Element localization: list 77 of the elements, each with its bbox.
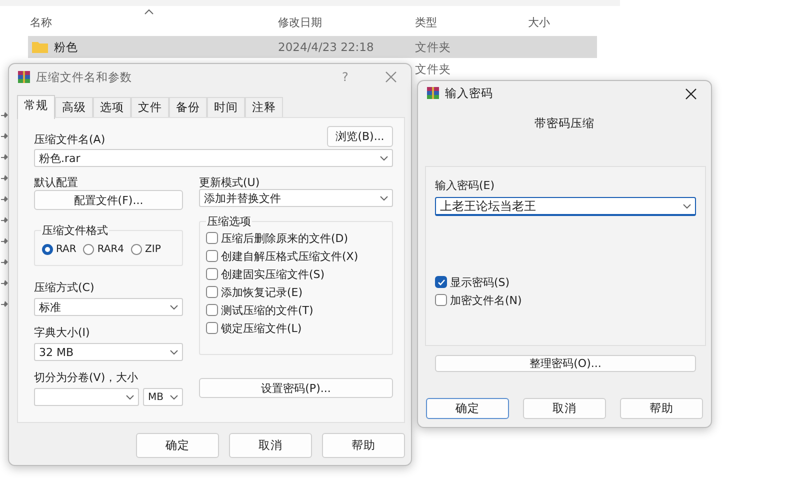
chevron-icon [170, 394, 178, 400]
dialog-button[interactable]: 确定 [136, 433, 219, 458]
dialog-heading: 带密码压缩 [534, 116, 596, 131]
field-label: 更新模式(U) [199, 175, 261, 189]
tab[interactable]: 选项 [93, 97, 131, 117]
window-title: 压缩文件名和参数 [36, 70, 132, 84]
checkbox-option[interactable]: 测试压缩的文件(T) [206, 302, 392, 318]
folder-icon [32, 41, 48, 53]
checkbox-option[interactable]: 锁定压缩文件(L) [206, 320, 392, 336]
dialog-button[interactable]: 帮助 [620, 398, 703, 419]
file-name: 粉色 [54, 40, 78, 54]
checkbox-option[interactable]: 添加恢复记录(E) [206, 284, 392, 300]
app-icon [17, 70, 31, 84]
unit-combo[interactable]: MB [143, 388, 183, 406]
tab[interactable]: 注释 [245, 97, 283, 117]
checkbox-option[interactable]: 创建自解压格式压缩文件(X) [206, 248, 392, 264]
update-mode-combo[interactable]: 添加并替换文件 [199, 189, 393, 207]
column-header[interactable]: 名称 [30, 15, 52, 30]
chevron-icon [683, 204, 691, 208]
pin-icon[interactable] [0, 258, 9, 267]
pin-icon[interactable] [0, 216, 9, 225]
modified-date: 2024/4/23 22:18 [278, 40, 374, 54]
browse-button[interactable]: 浏览(B)... [327, 126, 393, 147]
field-label: 压缩方式(C) [34, 280, 96, 295]
sort-caret-icon [144, 9, 154, 15]
checkbox-option[interactable]: 压缩后删除原来的文件(D) [206, 230, 392, 246]
dictionary-combo[interactable]: 32 MB [34, 343, 183, 361]
dialog-button[interactable]: 帮助 [322, 433, 405, 458]
radio-option[interactable]: RAR4 [83, 244, 124, 255]
tab[interactable]: 时间 [207, 97, 245, 117]
radio-option[interactable]: ZIP [131, 244, 161, 255]
set-password-button[interactable]: 设置密码(P)... [199, 378, 393, 398]
group-title: 压缩文件格式 [41, 223, 109, 238]
checkbox-option[interactable]: 加密文件名(N) [435, 292, 696, 308]
window-title: 输入密码 [445, 86, 493, 100]
chevron-icon [170, 350, 178, 354]
close-icon[interactable] [685, 88, 697, 100]
password-field[interactable]: 上老王论坛当老王 [435, 197, 696, 216]
profiles-button[interactable]: 配置文件(F)... [34, 190, 183, 210]
checkbox-option[interactable]: 创建固实压缩文件(S) [206, 266, 392, 282]
checkbox-option[interactable]: 显示密码(S) [435, 274, 696, 290]
pin-icon[interactable] [0, 279, 9, 288]
pin-icon[interactable] [0, 174, 9, 183]
field-label: 输入密码(E) [435, 178, 496, 193]
dialog-button[interactable]: 确定 [426, 398, 509, 419]
field-label: 压缩文件名(A) [34, 132, 106, 147]
organize-passwords-button[interactable]: 整理密码(O)... [435, 355, 696, 372]
method-combo[interactable]: 标准 [34, 298, 183, 316]
chevron-icon [126, 394, 134, 400]
pin-icon[interactable] [0, 153, 9, 162]
pin-icon[interactable] [0, 111, 9, 120]
archive-name-combo[interactable]: 粉色.rar [34, 149, 393, 167]
pin-icon[interactable] [0, 195, 9, 204]
dialog-button[interactable]: 取消 [523, 398, 606, 419]
tab[interactable]: 高级 [55, 97, 93, 117]
chevron-icon [380, 196, 388, 200]
field-label: 切分为分卷(V)，大小 [34, 370, 140, 385]
file-type: 文件夹 [415, 40, 451, 54]
tab[interactable]: 常规 [17, 95, 55, 119]
column-header[interactable]: 类型 [415, 15, 437, 30]
column-header[interactable]: 修改日期 [278, 15, 322, 30]
dialog-button[interactable]: 取消 [229, 433, 312, 458]
column-header[interactable]: 大小 [528, 15, 550, 30]
field-label: 字典大小(I) [34, 325, 91, 340]
file-row[interactable]: 粉色 2024/4/23 22:18 文件夹 [28, 36, 597, 58]
app-icon [426, 86, 440, 100]
field-label: 默认配置 [34, 175, 79, 189]
pin-icon[interactable] [0, 132, 9, 141]
tab[interactable]: 备份 [169, 97, 207, 117]
pin-icon[interactable] [0, 300, 9, 309]
chevron-icon [380, 156, 388, 160]
chevron-icon [170, 304, 178, 310]
tab[interactable]: 文件 [131, 97, 169, 117]
pin-icon[interactable] [0, 237, 9, 246]
checkmark-icon [436, 278, 446, 286]
radio-option[interactable]: RAR [42, 244, 76, 255]
group-title: 压缩选项 [206, 214, 252, 229]
